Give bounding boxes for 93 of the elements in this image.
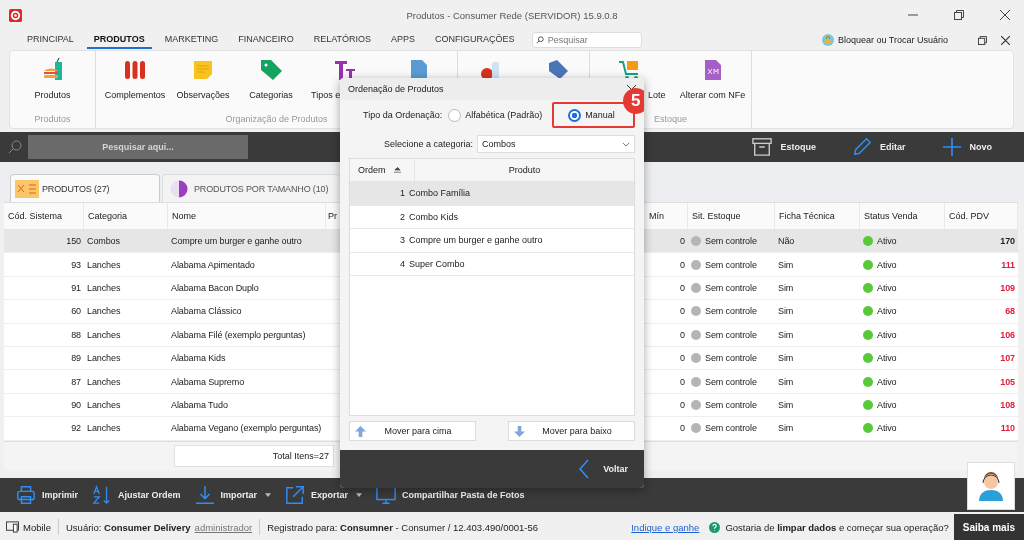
category-label: Selecione a categoria:: [383, 139, 473, 149]
table-cell-text: Alabama Kids: [170, 353, 227, 364]
table-cell-text: 0: [679, 353, 686, 364]
table-cell: Combo Família: [409, 188, 471, 199]
table-cell-text: Alabama Filé (exemplo perguntas): [170, 329, 307, 340]
table-cell-text: 93: [70, 259, 82, 270]
table-cell: Sem controle: [705, 259, 757, 270]
table-cell-text: 1: [399, 188, 406, 199]
table-cell-text: 87: [70, 376, 82, 387]
table-cell-text: Alabama Bacon Duplo: [170, 282, 260, 293]
step-badge: 5: [622, 88, 644, 114]
table-cell-text: Não: [777, 236, 796, 247]
table-cell-text: 0: [679, 306, 686, 317]
group-label: Organização de Produtos: [225, 114, 328, 126]
table-cell-text: Lanches: [86, 399, 122, 410]
table-cell-text: Lanches: [86, 353, 122, 364]
table-cell: Sem controle: [705, 399, 757, 410]
table-cell-text: 105: [999, 376, 1016, 387]
table-cell-text: 0: [679, 423, 686, 434]
clear-data-prompt: Gostaria de limpar dados e começar sua operação?: [725, 521, 949, 533]
mode-label: Mobile: [23, 521, 51, 533]
table-cell: Ativo: [877, 282, 897, 293]
table-cell: Sem controle: [705, 306, 757, 317]
table-cell-text: 0: [679, 236, 686, 247]
table-cell-text: Lanches: [86, 423, 122, 434]
group-label: Estoque: [654, 114, 687, 126]
table-cell-text: 91: [70, 282, 82, 293]
table-cell-text: 4: [399, 258, 406, 269]
table-cell: Ativo: [877, 259, 897, 270]
table-cell-text: 68: [1004, 306, 1016, 317]
table-cell-text: 107: [999, 353, 1016, 364]
table-cell: Ativo: [877, 306, 897, 317]
table-cell: Compre um burger e ganhe outro: [409, 235, 543, 246]
table-cell: Ativo: [877, 399, 897, 410]
table-cell-text: Alabama Tudo: [170, 399, 229, 410]
group-label: Produtos: [34, 114, 71, 126]
table-cell: Ativo: [877, 236, 897, 247]
table-cell-text: Sim: [777, 423, 795, 434]
table-cell-text: 3: [399, 235, 406, 246]
table-cell-text: 2: [399, 211, 406, 222]
table-cell-text: 0: [679, 282, 686, 293]
table-cell-text: Sim: [777, 259, 795, 270]
table-cell: Sem controle: [705, 376, 757, 387]
table-cell-text: 170: [999, 236, 1016, 247]
table-cell-text: Lanches: [86, 259, 122, 270]
table-cell-text: Lanches: [86, 329, 122, 340]
total-count: Total Itens=27: [174, 444, 334, 467]
table-cell-text: Compre um burger e ganhe outro: [170, 236, 303, 247]
order-type-label: Tipo da Ordenação:: [363, 110, 443, 120]
table-cell-text: Lanches: [86, 376, 122, 387]
table-cell-text: 106: [999, 329, 1016, 340]
table-cell-text: 0: [679, 259, 686, 270]
table-cell-text: Sim: [777, 399, 795, 410]
table-cell-text: 110: [999, 423, 1016, 434]
table-cell-text: Combos: [86, 236, 121, 247]
table-cell-text: 88: [70, 329, 82, 340]
window-title: Produtos - Consumer Rede (SERVIDOR) 15.9.0.8: [406, 9, 618, 21]
dialog-title: Ordenação de Produtos: [348, 84, 444, 94]
table-cell-text: Alabama Supremo: [170, 376, 246, 387]
table-cell: Sem controle: [705, 353, 757, 364]
table-cell-text: Sim: [777, 376, 795, 387]
table-cell: Super Combo: [409, 258, 465, 269]
table-cell-text: Sim: [777, 306, 795, 317]
table-cell-text: Lanches: [86, 282, 122, 293]
table-cell-text: 92: [70, 423, 82, 434]
table-cell-text: 111: [1000, 259, 1016, 270]
table-cell-text: 0: [679, 376, 686, 387]
table-cell: Sem controle: [705, 329, 757, 340]
table-cell-text: Alabama Vegano (exemplo perguntas): [170, 423, 323, 434]
table-cell-text: 108: [999, 399, 1016, 410]
table-cell-text: Sim: [777, 353, 795, 364]
table-cell-text: Sim: [777, 329, 795, 340]
table-cell-text: 0: [679, 329, 686, 340]
table-cell-text: 109: [999, 282, 1016, 293]
table-cell: Sem controle: [705, 236, 757, 247]
table-cell-text: 90: [70, 399, 82, 410]
table-cell: Combo Kids: [409, 211, 459, 222]
table-cell-text: 89: [70, 353, 82, 364]
registration-label: Registrado para: Consumner - Consumer / 12.403.490/0001-56: [267, 521, 539, 533]
table-cell: Ativo: [877, 353, 897, 364]
table-cell-text: Alabama Apimentado: [170, 259, 256, 270]
table-cell-text: 0: [679, 399, 686, 410]
table-cell-text: Sim: [777, 282, 795, 293]
table-cell: Ativo: [877, 376, 897, 387]
table-cell-text: 60: [70, 306, 82, 317]
table-cell: Ativo: [877, 423, 897, 434]
table-cell: Sem controle: [705, 423, 757, 434]
table-cell: Sem controle: [705, 282, 757, 293]
user-label: Usuário: Consumer Delivery: [66, 521, 191, 533]
table-cell-text: Lanches: [86, 306, 122, 317]
table-cell-text: 150: [65, 236, 82, 247]
table-cell: Ativo: [877, 329, 897, 340]
table-cell-text: Alabama Clássico: [170, 306, 243, 317]
